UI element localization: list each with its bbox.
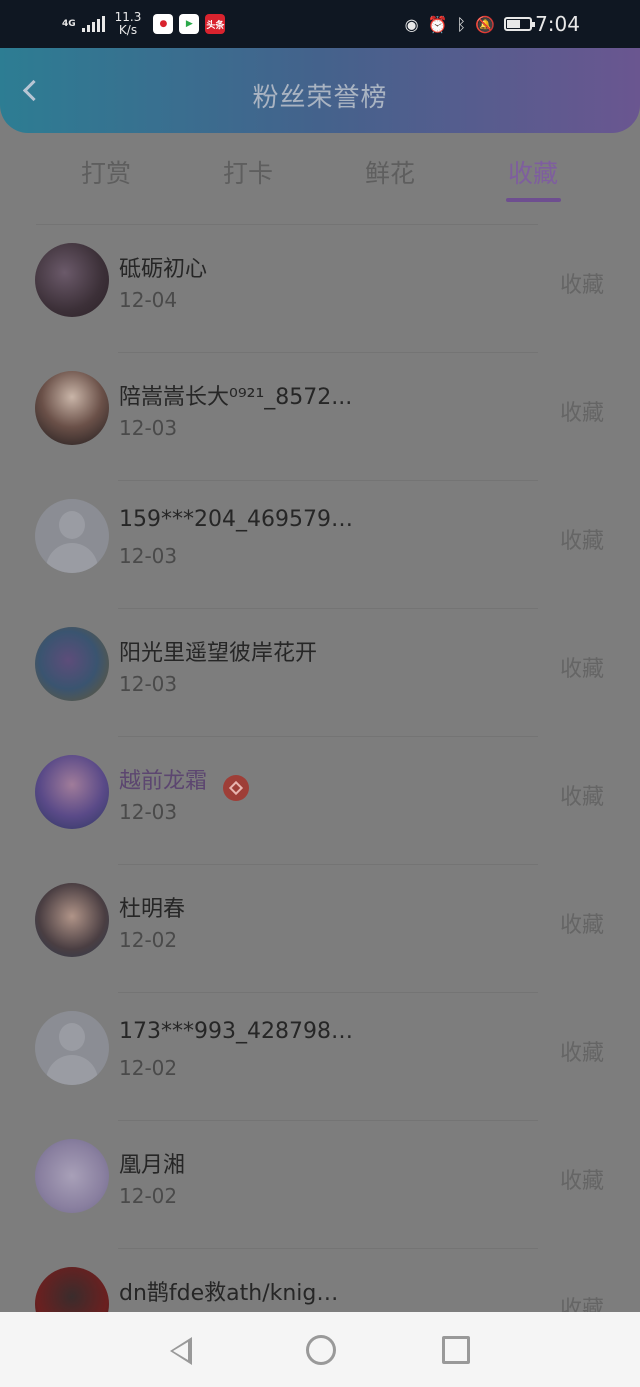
- default-avatar-body: [46, 1055, 98, 1085]
- list-item[interactable]: 凰月湘 12-02 收藏: [0, 1121, 640, 1249]
- action-label: 收藏: [559, 273, 604, 298]
- system-nav-bar: [0, 1312, 640, 1387]
- action-label: 收藏: [559, 1169, 604, 1194]
- avatar[interactable]: [35, 243, 109, 317]
- tab-checkin[interactable]: 打卡: [198, 154, 298, 190]
- battery-level: [507, 20, 521, 28]
- tab-reward[interactable]: 打赏: [56, 154, 156, 190]
- user-name: 159***204_4695791...: [119, 507, 359, 532]
- toutiao-app-icon: 头条: [205, 14, 226, 34]
- action-label: 收藏: [559, 1041, 604, 1066]
- nav-recents-icon[interactable]: [415, 1312, 495, 1387]
- list-item[interactable]: 砥砺初心 12-04 收藏: [0, 225, 640, 353]
- mute-icon: 🔕: [475, 14, 495, 34]
- tab-flowers[interactable]: 鲜花: [340, 154, 440, 190]
- user-name: 越前龙霜: [119, 769, 208, 794]
- nav-home-icon[interactable]: [280, 1312, 360, 1387]
- user-name: 陪嵩嵩长大⁰⁹²¹_8572...: [119, 385, 353, 410]
- action-label: 收藏: [559, 657, 604, 682]
- user-name: 阳光里遥望彼岸花开: [119, 641, 318, 666]
- item-date: 12-03: [119, 800, 178, 824]
- user-name: 杜明春: [119, 897, 186, 922]
- item-date: 12-03: [119, 544, 178, 568]
- action-label: 收藏: [559, 529, 604, 554]
- eye-icon: ◉: [404, 14, 419, 34]
- action-label: 收藏: [559, 785, 604, 810]
- network-speed: 11.3 K/s: [115, 11, 142, 37]
- list-item[interactable]: 陪嵩嵩长大⁰⁹²¹_8572... 12-03 收藏: [0, 353, 640, 481]
- signal-icon: [81, 16, 105, 32]
- network-type: 4G: [62, 18, 76, 29]
- avatar[interactable]: [35, 1011, 109, 1085]
- app-red-icon: ●: [153, 14, 174, 34]
- network-speed-value: 11.3: [114, 10, 142, 24]
- default-avatar-body: [46, 543, 98, 573]
- item-date: 12-03: [119, 416, 178, 440]
- list-item[interactable]: 173***993_4287989... 12-02 收藏: [0, 993, 640, 1121]
- avatar[interactable]: [35, 499, 109, 573]
- item-date: 12-02: [119, 1056, 178, 1080]
- status-bar: 4G 11.3 K/s ● ▶ 头条 ◉ ⏰ ᛒ 🔕 7:04: [0, 0, 640, 48]
- list-item[interactable]: 阳光里遥望彼岸花开 12-03 收藏: [0, 609, 640, 737]
- nav-back-icon[interactable]: [145, 1312, 225, 1387]
- action-label: 收藏: [559, 401, 604, 426]
- active-tab-indicator: [506, 198, 561, 202]
- item-date: 12-02: [119, 1184, 178, 1208]
- avatar[interactable]: [35, 371, 109, 445]
- list-item[interactable]: 越前龙霜 12-03 收藏: [0, 737, 640, 865]
- tab-favorites[interactable]: 收藏: [483, 154, 583, 190]
- default-avatar-head: [59, 1023, 85, 1051]
- item-date: 12-04: [119, 288, 178, 312]
- list-item[interactable]: 杜明春 12-02 收藏: [0, 865, 640, 993]
- network-speed-unit: K/s: [118, 23, 138, 37]
- user-name: 凰月湘: [119, 1153, 186, 1178]
- user-name: 173***993_4287989...: [119, 1019, 359, 1044]
- default-avatar-head: [59, 511, 85, 539]
- item-date: 12-03: [119, 672, 178, 696]
- video-app-icon: ▶: [179, 14, 200, 34]
- status-left: 4G 11.3 K/s ● ▶ 头条: [62, 8, 226, 40]
- avatar[interactable]: [35, 1139, 109, 1213]
- page-title: 粉丝荣誉榜: [252, 83, 388, 113]
- list-item[interactable]: 159***204_4695791... 12-03 收藏: [0, 481, 640, 609]
- vip-badge-icon: [223, 775, 249, 801]
- user-name: 砥砺初心: [119, 257, 208, 282]
- alarm-icon: ⏰: [427, 14, 448, 34]
- battery-icon: [504, 17, 535, 31]
- fan-list: 砥砺初心 12-04 收藏 陪嵩嵩长大⁰⁹²¹_8572... 12-03 收藏 159**…: [0, 225, 640, 1377]
- avatar[interactable]: [35, 627, 109, 701]
- user-name: dn鹊fde救ath/knig诲...: [119, 1281, 359, 1306]
- status-right: ◉ ⏰ ᛒ 🔕: [404, 8, 535, 40]
- app-header: 粉丝荣誉榜: [0, 48, 640, 133]
- item-date: 12-02: [119, 928, 178, 952]
- avatar[interactable]: [35, 883, 109, 957]
- toutiao-app-label: 头条: [206, 20, 225, 31]
- avatar[interactable]: [35, 755, 109, 829]
- bluetooth-icon: ᛒ: [456, 14, 467, 34]
- action-label: 收藏: [559, 913, 604, 938]
- clock: 7:04: [535, 12, 580, 36]
